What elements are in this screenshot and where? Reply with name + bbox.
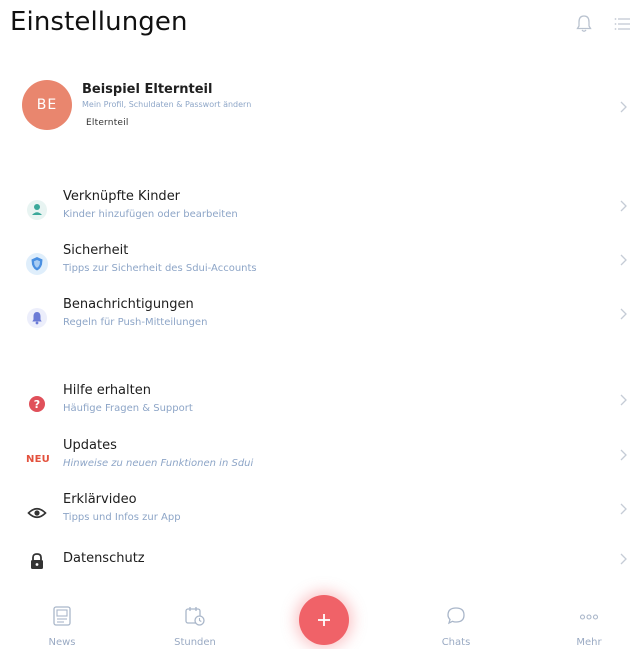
calendar-clock-icon	[185, 607, 205, 626]
avatar: BE	[22, 80, 72, 130]
nav-stunden[interactable]: Stunden	[155, 601, 235, 649]
nav-label: Chats	[441, 637, 471, 648]
settings-item-linked-children[interactable]: Verknüpfte Kinder Kinder hinzufügen oder…	[0, 183, 635, 235]
plus-icon	[318, 614, 330, 626]
eye-icon	[24, 500, 50, 526]
chevron-right-icon	[620, 308, 627, 320]
chevron-right-icon	[620, 449, 627, 461]
item-title: Updates	[63, 438, 117, 453]
settings-item-privacy[interactable]: Datenschutz	[0, 541, 635, 581]
nav-label: Mehr	[576, 637, 602, 648]
chevron-right-icon	[620, 254, 627, 266]
profile-subtitle: Mein Profil, Schuldaten & Passwort änder…	[82, 100, 252, 109]
item-title: Datenschutz	[63, 551, 145, 566]
nav-chats[interactable]: Chats	[416, 601, 496, 649]
news-icon	[53, 606, 71, 626]
chevron-right-icon	[620, 101, 627, 113]
question-icon: ?	[24, 391, 50, 417]
bell-icon	[24, 305, 50, 331]
settings-item-notifications[interactable]: Benachrichtigungen Regeln für Push-Mitte…	[0, 291, 635, 343]
item-title: Sicherheit	[63, 243, 129, 258]
shield-icon	[24, 251, 50, 277]
profile-row[interactable]: BE Beispiel Elternteil Mein Profil, Schu…	[0, 74, 635, 140]
chevron-right-icon	[620, 553, 627, 565]
item-subtitle: Tipps und Infos zur App	[63, 512, 181, 523]
item-subtitle: Häufige Fragen & Support	[63, 403, 193, 414]
new-badge: NEU	[22, 446, 54, 472]
svg-text:?: ?	[34, 398, 40, 411]
add-button[interactable]	[299, 595, 349, 645]
item-title: Benachrichtigungen	[63, 297, 194, 312]
settings-item-updates[interactable]: NEU Updates Hinweise zu neuen Funktionen…	[0, 432, 635, 484]
lock-icon	[24, 548, 50, 574]
nav-label: Stunden	[174, 637, 216, 648]
item-subtitle: Kinder hinzufügen oder bearbeiten	[63, 209, 238, 220]
chevron-right-icon	[620, 394, 627, 406]
nav-label: News	[48, 637, 76, 648]
chat-bubble-icon	[447, 607, 465, 625]
person-icon	[24, 197, 50, 223]
settings-item-video[interactable]: Erklärvideo Tipps und Infos zur App	[0, 486, 635, 538]
chevron-right-icon	[620, 200, 627, 212]
more-dots-icon	[579, 614, 599, 620]
nav-mehr[interactable]: Mehr	[549, 601, 629, 649]
nav-news[interactable]: News	[22, 601, 102, 649]
list-icon[interactable]	[614, 13, 635, 35]
settings-item-security[interactable]: Sicherheit Tipps zur Sicherheit des Sdui…	[0, 237, 635, 289]
item-title: Hilfe erhalten	[63, 383, 151, 398]
profile-role: Elternteil	[86, 118, 129, 128]
item-title: Verknüpfte Kinder	[63, 189, 181, 204]
settings-screen: Einstellungen BE Beispiel Elternteil Mei…	[0, 0, 635, 649]
header: Einstellungen	[0, 0, 635, 56]
item-subtitle: Regeln für Push-Mitteilungen	[63, 317, 208, 328]
bell-icon[interactable]	[573, 13, 595, 35]
profile-name: Beispiel Elternteil	[82, 82, 213, 97]
new-badge-label: NEU	[26, 453, 50, 465]
page-title: Einstellungen	[10, 7, 188, 37]
item-subtitle: Hinweise zu neuen Funktionen in Sdui	[63, 458, 254, 469]
settings-item-help[interactable]: ? Hilfe erhalten Häufige Fragen & Suppor…	[0, 377, 635, 429]
item-title: Erklärvideo	[63, 492, 137, 507]
item-subtitle: Tipps zur Sicherheit des Sdui-Accounts	[63, 263, 257, 274]
chevron-right-icon	[620, 503, 627, 515]
